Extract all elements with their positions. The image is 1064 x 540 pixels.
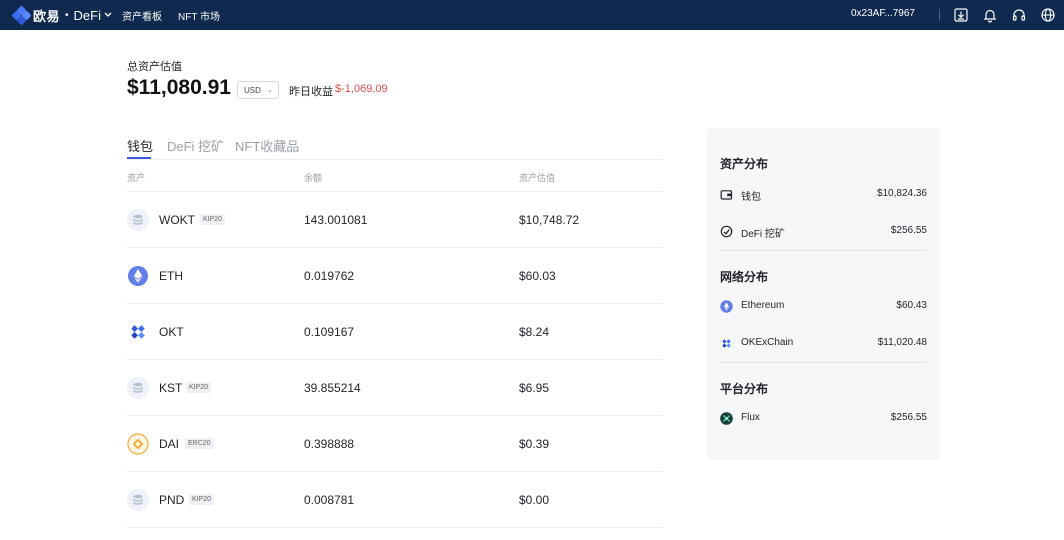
product-switcher[interactable]: DeFi (74, 8, 101, 23)
token-balance: 0.019762 (304, 269, 355, 283)
column-header-asset: 资产 (127, 173, 146, 183)
wallet-icon (720, 188, 733, 201)
token-value: $6.95 (519, 381, 550, 395)
brand[interactable]: 欧易 • DeFi (11, 5, 112, 25)
table-row[interactable]: WOKT KIP20 143.001081 $10,748.72 (127, 191, 663, 247)
token-standard-badge: ERC20 (185, 438, 214, 449)
token-stack-icon (127, 209, 149, 231)
total-asset-value: $11,080.91 (127, 76, 231, 99)
token-standard-badge: KIP20 (200, 214, 226, 225)
token-value: $60.03 (519, 269, 556, 283)
flux-icon (720, 412, 733, 425)
column-header-balance: 余额 (304, 173, 323, 183)
network-item-value: $60.43 (896, 300, 927, 311)
yesterday-earnings-label: 昨日收益 (289, 86, 333, 98)
globe-icon[interactable] (1040, 7, 1056, 23)
token-symbol: OKT (159, 325, 184, 339)
asset-item-value: $10,824.36 (876, 188, 927, 199)
tab-wallet[interactable]: 钱包 (127, 136, 153, 155)
token-balance: 39.855214 (304, 381, 361, 395)
token-symbol: KST (159, 381, 183, 395)
tab-defi-mining[interactable]: DeFi 挖矿 (167, 136, 224, 155)
dai-icon (127, 433, 149, 455)
token-balance: 143.001081 (304, 213, 368, 227)
token-value: $0.39 (519, 437, 550, 451)
platform-distribution-title: 平台分布 (720, 382, 769, 396)
total-asset-label: 总资产估值 (127, 61, 182, 73)
ethereum-icon (720, 300, 733, 313)
currency-select[interactable]: USD ⌄ (237, 81, 279, 99)
gauge-icon (720, 225, 733, 238)
token-stack-icon (127, 377, 149, 399)
token-symbol: ETH (159, 269, 183, 283)
table-row[interactable]: OKT 0.109167 $8.24 (127, 303, 663, 359)
asset-item-value: $256.55 (890, 225, 927, 236)
token-value: $8.24 (519, 325, 550, 339)
asset-item-label: DeFi 挖矿 (741, 229, 785, 240)
token-balance: 0.398888 (304, 437, 355, 451)
tab-nft-collectibles[interactable]: NFT收藏品 (235, 136, 299, 155)
column-header-value: 资产估值 (519, 173, 556, 183)
yesterday-earnings-value: $-1,069.09 (335, 83, 388, 95)
okt-icon (720, 337, 733, 350)
network-item-okexchain: OKExChain $11,020.48 (720, 336, 927, 352)
token-standard-badge: KIP20 (186, 382, 212, 393)
headset-icon[interactable] (1011, 7, 1027, 23)
network-item-value: $11,020.48 (877, 337, 927, 348)
chevron-down-icon[interactable] (104, 10, 112, 20)
token-symbol: WOKT (159, 213, 195, 227)
table-row[interactable]: KST KIP20 39.855214 $6.95 (127, 359, 663, 415)
section-divider (720, 362, 927, 363)
table-row[interactable]: DAI ERC20 0.398888 $0.39 (127, 415, 663, 471)
okx-logo-icon (11, 5, 32, 25)
wallet-address[interactable]: 0x23AF...7967 (851, 8, 915, 19)
brand-name: 欧易 (33, 8, 61, 24)
network-item-label: OKExChain (741, 337, 794, 348)
token-value: $0.00 (519, 493, 550, 507)
nav-link-asset-dashboard[interactable]: 资产看板 (122, 8, 162, 23)
token-value: $10,748.72 (519, 213, 580, 227)
distribution-panel: 资产分布 钱包 $10,824.36 DeFi 挖矿 $256.55 网络分布 … (707, 128, 940, 460)
network-distribution-title: 网络分布 (720, 270, 769, 284)
brand-separator: • (65, 9, 69, 21)
table-row[interactable]: PND KIP20 0.008781 $0.00 (127, 471, 663, 527)
platform-item-flux: Flux $256.55 (720, 411, 927, 427)
asset-distribution-title: 资产分布 (720, 157, 769, 171)
platform-item-label: Flux (741, 412, 760, 423)
top-navbar: 欧易 • DeFi 资产看板 NFT 市场 0x23AF...7967 (0, 0, 1064, 30)
section-divider (720, 250, 927, 251)
ethereum-icon (127, 265, 149, 287)
asset-item-defi: DeFi 挖矿 $256.55 (720, 224, 927, 240)
token-standard-badge: KIP20 (189, 494, 215, 505)
token-balance: 0.109167 (304, 325, 355, 339)
asset-item-label: 钱包 (741, 192, 761, 203)
bell-icon[interactable] (982, 7, 998, 23)
table-row[interactable]: ETH 0.019762 $60.03 (127, 247, 663, 303)
currency-value: USD (244, 86, 261, 95)
table-bottom-divider (127, 527, 663, 528)
token-symbol: DAI (159, 437, 180, 451)
okt-icon (127, 321, 149, 343)
nav-divider (939, 9, 940, 21)
network-item-ethereum: Ethereum $60.43 (720, 299, 927, 315)
nav-link-nft-market[interactable]: NFT 市场 (178, 8, 220, 23)
network-item-label: Ethereum (741, 300, 785, 311)
asset-item-wallet: 钱包 $10,824.36 (720, 187, 927, 203)
token-balance: 0.008781 (304, 493, 355, 507)
chevron-down-icon: ⌄ (267, 87, 273, 94)
tabs-divider (127, 159, 663, 160)
platform-item-value: $256.55 (890, 412, 927, 423)
download-icon[interactable] (953, 7, 969, 23)
token-symbol: PND (159, 493, 185, 507)
token-stack-icon (127, 489, 149, 511)
